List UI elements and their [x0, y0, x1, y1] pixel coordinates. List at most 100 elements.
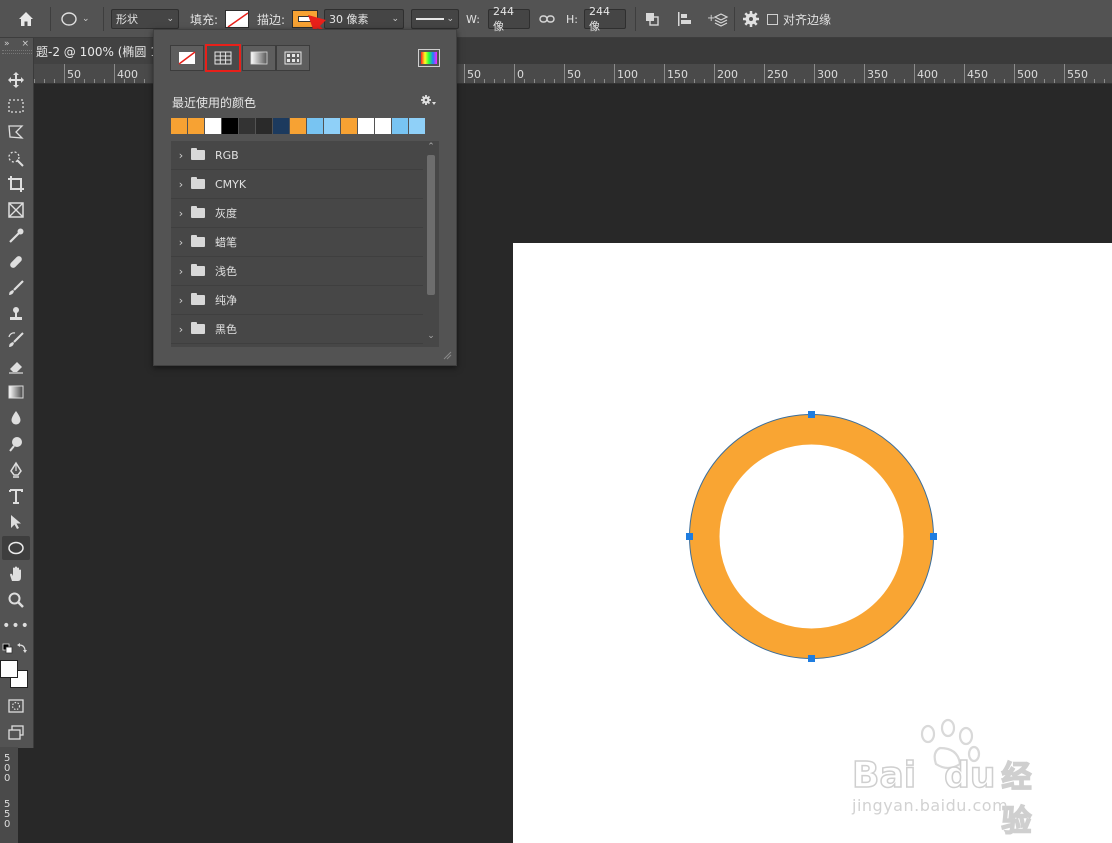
swatch-folder-row[interactable]: › 纯净	[171, 286, 423, 315]
foreground-color-swatch[interactable]	[0, 660, 18, 678]
swatches-settings-button[interactable]	[420, 94, 436, 109]
folder-list-scrollbar[interactable]: ⌃ ⌄	[425, 141, 437, 347]
recent-color-swatch[interactable]	[171, 118, 187, 134]
folder-icon	[191, 264, 205, 276]
collapse-toolbar-icon[interactable]: »	[4, 38, 10, 50]
document-tab[interactable]: 题-2 @ 100% (椭圆 1,	[34, 38, 154, 64]
swatch-folder-row[interactable]: › CMYK	[171, 170, 423, 199]
marquee-tool[interactable]	[2, 94, 30, 118]
solid-color-button[interactable]	[205, 44, 241, 72]
edit-toolbar-button[interactable]: •••	[2, 614, 30, 638]
recent-color-swatch[interactable]	[222, 118, 238, 134]
align-edges-checkbox[interactable]	[767, 13, 778, 25]
clone-stamp-tool[interactable]	[2, 302, 30, 326]
swatch-folder-row[interactable]: › 浅色	[171, 257, 423, 286]
blur-tool[interactable]	[2, 406, 30, 430]
chevron-right-icon[interactable]: ›	[171, 207, 191, 220]
link-dimensions-button[interactable]	[539, 0, 555, 38]
hand-tool[interactable]	[2, 562, 30, 586]
scroll-up-icon[interactable]: ⌃	[425, 142, 437, 152]
scroll-down-icon[interactable]: ⌄	[425, 331, 437, 341]
recent-color-swatch[interactable]	[256, 118, 272, 134]
color-picker-button[interactable]	[418, 49, 440, 67]
chevron-right-icon[interactable]: ›	[171, 149, 191, 162]
path-arrangement-button[interactable]: +	[707, 0, 729, 38]
anchor-point-right[interactable]	[930, 533, 937, 540]
recent-color-swatch[interactable]	[239, 118, 255, 134]
ruler-minor-tick	[1024, 79, 1025, 83]
screen-mode-icon	[8, 725, 24, 740]
fill-swatch[interactable]	[225, 10, 249, 28]
settings-button[interactable]	[742, 0, 760, 38]
recent-color-swatch[interactable]	[409, 118, 425, 134]
frame-tool[interactable]	[2, 198, 30, 222]
chevron-right-icon[interactable]: ›	[171, 236, 191, 249]
mode-select[interactable]: 形状 ⌄	[111, 9, 179, 29]
tool-preset-picker[interactable]: ⌄	[60, 0, 90, 38]
brush-tool[interactable]	[2, 276, 30, 300]
recent-color-swatch[interactable]	[341, 118, 357, 134]
recent-color-swatch[interactable]	[307, 118, 323, 134]
eyedropper-tool[interactable]	[2, 224, 30, 248]
home-button[interactable]	[16, 0, 36, 38]
recent-color-swatch[interactable]	[324, 118, 340, 134]
anchor-point-left[interactable]	[686, 533, 693, 540]
toolbar-grip[interactable]	[2, 50, 32, 54]
stroke-type-select[interactable]: ⌄	[411, 9, 459, 29]
recent-color-swatch[interactable]	[273, 118, 289, 134]
pattern-button[interactable]	[276, 45, 310, 71]
gradient-button[interactable]	[242, 45, 276, 71]
swatch-folder-row[interactable]: › 黑色	[171, 315, 423, 344]
pen-tool[interactable]	[2, 458, 30, 482]
recent-color-swatch[interactable]	[290, 118, 306, 134]
pen-icon	[10, 461, 22, 478]
path-selection-tool[interactable]	[2, 510, 30, 534]
baidu-jingyan-watermark: Bai du 经验 jingyan.baidu.com	[848, 718, 1058, 840]
recent-color-swatch[interactable]	[205, 118, 221, 134]
quick-mask-button[interactable]	[2, 694, 30, 718]
scroll-thumb[interactable]	[427, 155, 435, 295]
gradient-tool[interactable]	[2, 380, 30, 404]
zoom-tool[interactable]	[2, 588, 30, 612]
default-colors-icon[interactable]	[2, 642, 30, 656]
anchor-point-top[interactable]	[808, 411, 815, 418]
ruler-minor-tick	[534, 79, 535, 83]
no-color-button[interactable]	[170, 45, 204, 71]
dodge-tool[interactable]	[2, 432, 30, 456]
quick-selection-tool[interactable]	[2, 146, 30, 170]
path-alignment-button[interactable]	[677, 0, 693, 38]
history-brush-tool[interactable]	[2, 328, 30, 352]
ruler-minor-tick	[514, 79, 515, 83]
lasso-tool[interactable]	[2, 120, 30, 144]
swatch-folder-row[interactable]: › RGB	[171, 141, 423, 170]
panel-resize-grip[interactable]	[442, 350, 454, 362]
swatch-folder-row[interactable]: › 灰度	[171, 199, 423, 228]
recent-color-swatch[interactable]	[375, 118, 391, 134]
chevron-right-icon[interactable]: ›	[171, 294, 191, 307]
chevron-right-icon[interactable]: ›	[171, 265, 191, 278]
ruler-minor-tick	[904, 79, 905, 83]
width-input[interactable]: 244 像	[488, 5, 530, 33]
height-input[interactable]: 244 像	[584, 5, 626, 33]
chevron-right-icon[interactable]: ›	[171, 323, 191, 336]
crop-tool[interactable]	[2, 172, 30, 196]
path-operations-button[interactable]	[644, 0, 660, 38]
chevron-right-icon[interactable]: ›	[171, 178, 191, 191]
healing-brush-tool[interactable]	[2, 250, 30, 274]
recent-color-swatch[interactable]	[392, 118, 408, 134]
ruler-minor-tick	[84, 79, 85, 83]
screen-mode-button[interactable]	[2, 720, 30, 744]
quick-mask-icon	[8, 699, 24, 713]
swatch-folder-row[interactable]: › 蜡笔	[171, 228, 423, 257]
recent-color-swatch[interactable]	[358, 118, 374, 134]
eraser-tool[interactable]	[2, 354, 30, 378]
recent-color-swatch[interactable]	[188, 118, 204, 134]
ruler-minor-tick	[864, 79, 865, 83]
close-icon[interactable]: ×	[21, 38, 29, 50]
type-tool[interactable]	[2, 484, 30, 508]
align-edges-label: 对齐边缘	[783, 12, 832, 27]
height-label: H:	[566, 12, 578, 26]
anchor-point-bottom[interactable]	[808, 655, 815, 662]
ellipse-tool[interactable]	[2, 536, 30, 560]
move-tool[interactable]	[2, 68, 30, 92]
